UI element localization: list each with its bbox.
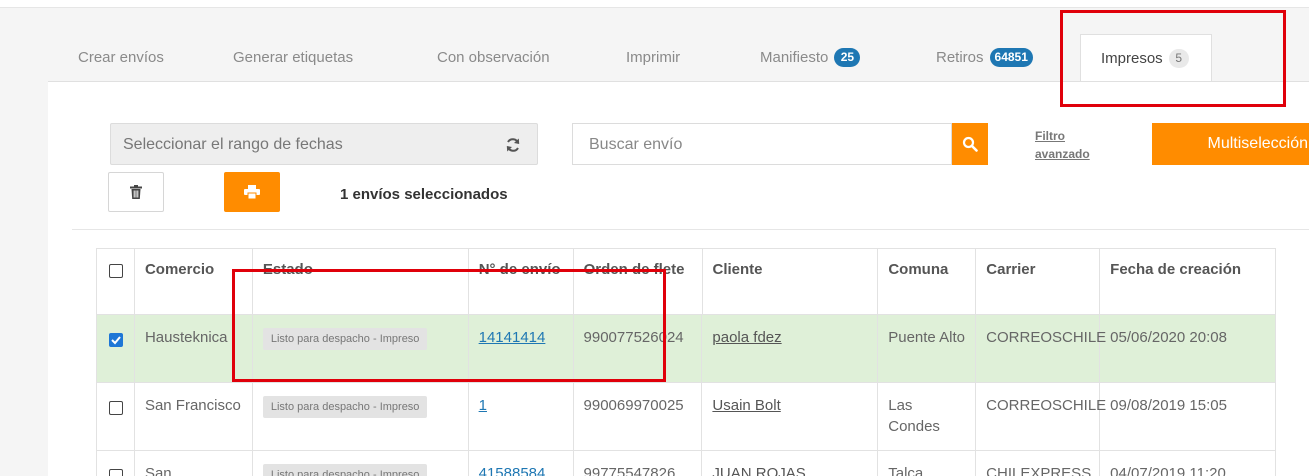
retiros-count-badge: 64851: [989, 48, 1033, 67]
cell-fecha: 04/07/2019 11:20: [1100, 451, 1276, 476]
row-checkbox-cell: [97, 383, 135, 450]
cell-cliente: Usain Bolt: [702, 383, 879, 450]
cell-numero-envio: 41588584: [469, 451, 574, 476]
date-range-placeholder: Seleccionar el rango de fechas: [123, 136, 343, 153]
manifiesto-count-badge: 25: [834, 48, 861, 67]
cell-comuna: Talca: [878, 451, 977, 476]
cell-fecha: 05/06/2020 20:08: [1100, 315, 1276, 382]
cell-comuna: Puente Alto: [878, 315, 977, 382]
impresos-count-badge: 5: [1168, 49, 1189, 68]
cell-estado: Listo para despacho - Impreso: [253, 451, 469, 476]
row-checkbox-cell: [97, 315, 135, 382]
checkmark-icon: [111, 336, 121, 345]
top-bar: [0, 0, 1309, 8]
refresh-icon[interactable]: [489, 124, 537, 166]
cell-comercio: San Francisco: [135, 383, 253, 450]
row-checkbox-cell: [97, 451, 135, 476]
tab-impresos[interactable]: Impresos 5: [1080, 34, 1212, 82]
cell-numero-envio: 14141414: [469, 315, 574, 382]
shipment-number-link[interactable]: 41588584: [479, 465, 546, 476]
search-placeholder: Buscar envío: [589, 136, 683, 153]
row-checkbox[interactable]: [109, 469, 123, 476]
tab-crear-envios[interactable]: Crear envíos: [78, 34, 164, 82]
tab-imprimir[interactable]: Imprimir: [626, 34, 680, 82]
cell-orden-flete: 990069970025: [574, 383, 703, 450]
selected-count-text: 1 envíos seleccionados: [340, 186, 508, 203]
search-icon: [962, 136, 978, 152]
header-checkbox-cell: [97, 249, 135, 314]
advanced-filter-link[interactable]: Filtro avanzado: [1035, 127, 1090, 163]
cell-estado: Listo para despacho - Impreso: [253, 315, 469, 382]
search-input[interactable]: Buscar envío: [572, 123, 952, 165]
cell-numero-envio: 1: [469, 383, 574, 450]
cell-fecha: 09/08/2019 15:05: [1100, 383, 1276, 450]
tab-bar: Crear envíos Generar etiquetas Con obser…: [48, 34, 1309, 82]
table-header-row: Comercio Estado N° de envío Orden de fle…: [97, 249, 1276, 315]
shipment-number-link[interactable]: 1: [479, 397, 487, 414]
table-row[interactable]: San Francisco Listo para despacho - Impr…: [97, 383, 1276, 451]
cell-carrier: CORREOSCHILE: [976, 315, 1106, 382]
cell-orden-flete: 990077526024: [574, 315, 703, 382]
client-link[interactable]: paola fdez: [712, 329, 781, 346]
cell-carrier: CORREOSCHILE: [976, 383, 1106, 450]
tab-generar-etiquetas[interactable]: Generar etiquetas: [233, 34, 353, 82]
cell-orden-flete: 99775547826: [574, 451, 703, 476]
delete-button[interactable]: [108, 172, 164, 212]
status-badge: Listo para despacho - Impreso: [262, 464, 428, 476]
divider: [72, 229, 1309, 230]
print-icon: [244, 185, 260, 199]
search-button[interactable]: [952, 123, 988, 165]
table-row[interactable]: San Listo para despacho - Impreso 415885…: [97, 451, 1276, 476]
print-button[interactable]: [224, 172, 280, 212]
header-estado[interactable]: Estado: [253, 249, 469, 314]
tab-manifiesto[interactable]: Manifiesto 25: [760, 34, 861, 82]
header-fecha-creacion[interactable]: Fecha de creación: [1100, 249, 1276, 314]
row-checkbox[interactable]: [109, 333, 123, 347]
cell-comercio: Hausteknica: [135, 315, 253, 382]
cell-cliente: paola fdez: [702, 315, 879, 382]
cell-cliente: JUAN ROJAS: [702, 451, 879, 476]
shipments-table: Comercio Estado N° de envío Orden de fle…: [96, 248, 1276, 476]
row-checkbox[interactable]: [109, 401, 123, 415]
shipment-number-link[interactable]: 14141414: [479, 329, 546, 346]
tab-retiros[interactable]: Retiros 64851: [936, 34, 1033, 82]
cell-comuna: Las Condes: [878, 383, 977, 450]
client-link[interactable]: JUAN ROJAS: [712, 465, 805, 476]
cell-comercio: San: [135, 451, 253, 476]
tab-con-observacion[interactable]: Con observación: [437, 34, 550, 82]
multiselect-button[interactable]: Multiselección: [1152, 123, 1309, 165]
select-all-checkbox[interactable]: [109, 264, 123, 278]
date-range-input[interactable]: Seleccionar el rango de fechas: [110, 123, 538, 165]
client-link[interactable]: Usain Bolt: [712, 397, 780, 414]
header-numero-envio[interactable]: N° de envío: [469, 249, 574, 314]
header-comercio[interactable]: Comercio: [135, 249, 253, 314]
cell-carrier: CHILEXPRESS: [976, 451, 1101, 476]
table-row[interactable]: Hausteknica Listo para despacho - Impres…: [97, 315, 1276, 383]
cell-estado: Listo para despacho - Impreso: [253, 383, 469, 450]
trash-icon: [130, 185, 142, 199]
header-orden-flete[interactable]: Orden de flete: [574, 249, 703, 314]
header-carrier[interactable]: Carrier: [976, 249, 1101, 314]
header-cliente[interactable]: Cliente: [703, 249, 879, 314]
header-comuna[interactable]: Comuna: [878, 249, 977, 314]
status-badge: Listo para despacho - Impreso: [262, 396, 428, 418]
status-badge: Listo para despacho - Impreso: [262, 328, 428, 350]
